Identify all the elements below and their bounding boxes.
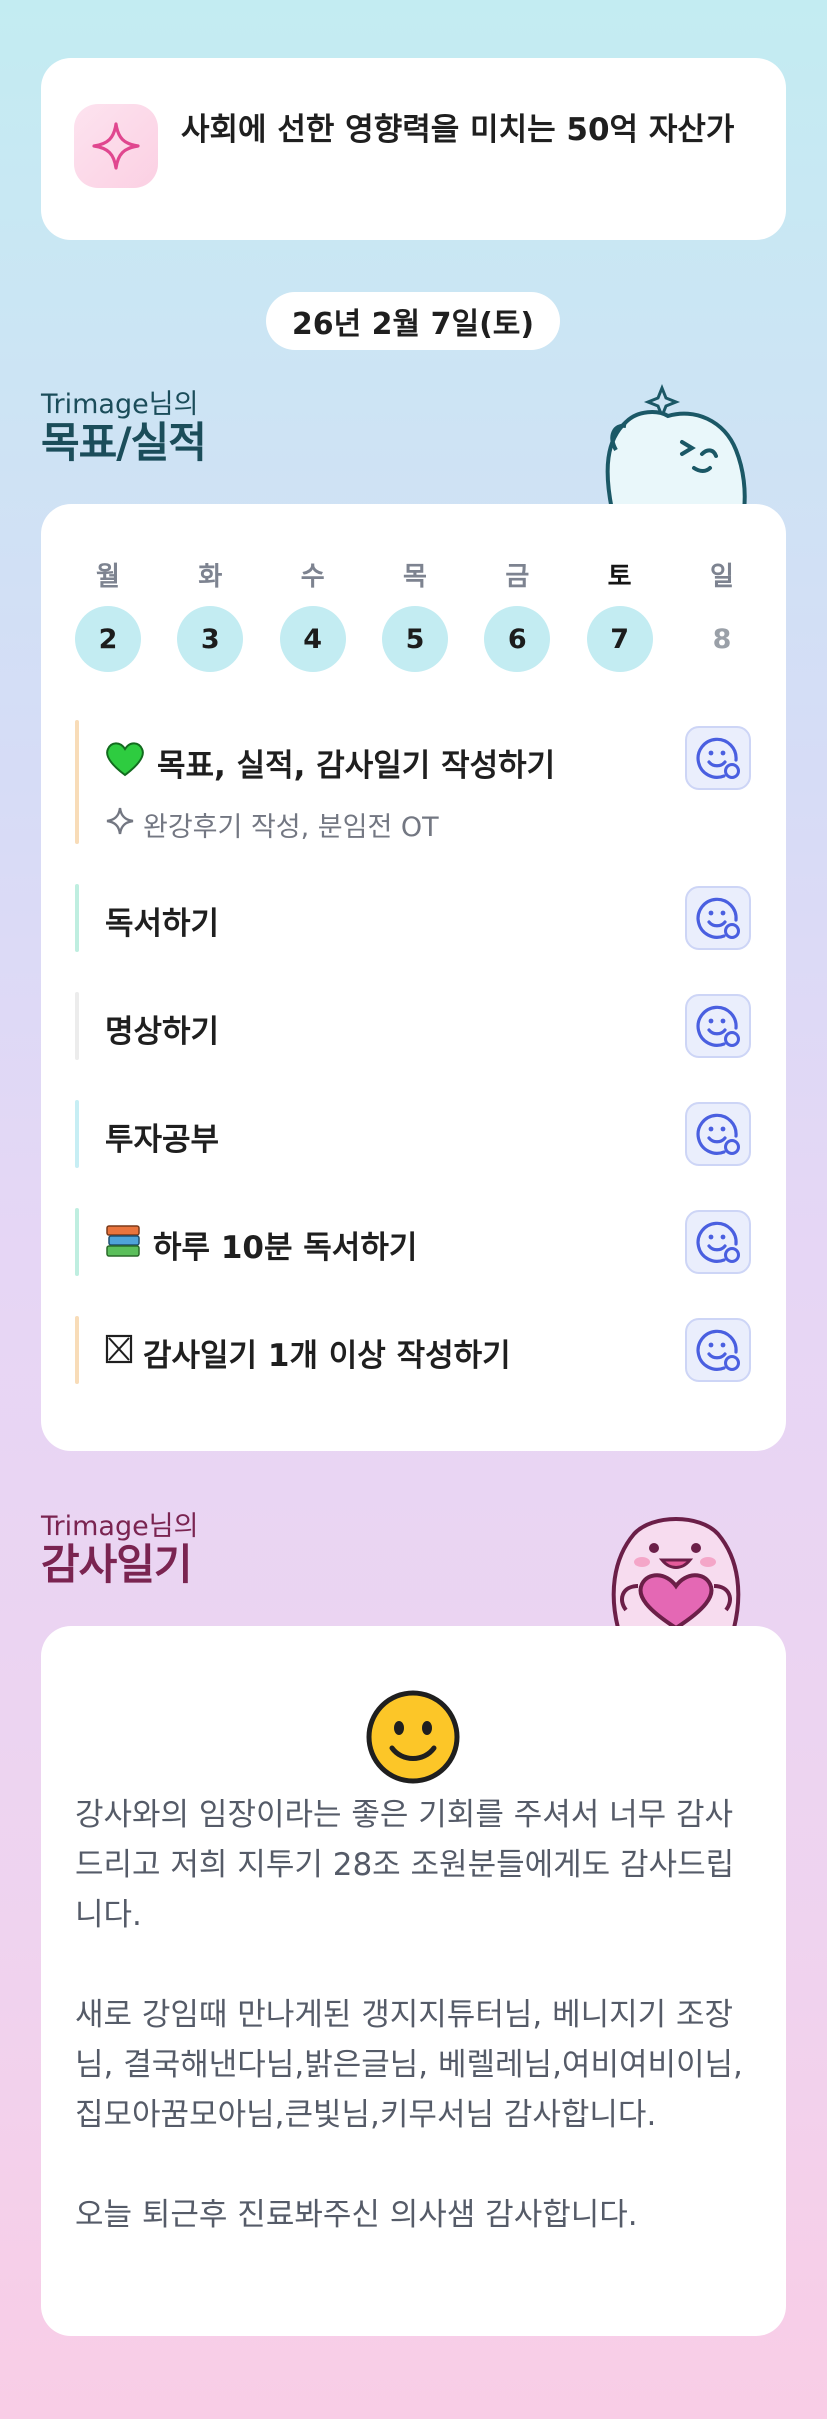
task-sub-row: 완강후기 작성, 분임전 OT: [105, 805, 439, 844]
day-name: 금: [505, 562, 530, 592]
task-color-bar: [75, 1100, 79, 1168]
task-item[interactable]: 하루 10분 독서하기: [75, 1208, 751, 1276]
goals-section-title: Trimage님의 목표/실적: [41, 389, 207, 467]
day-name: 수: [300, 562, 325, 592]
day-sat[interactable]: 토 7: [586, 556, 653, 672]
day-number: 2: [75, 606, 141, 672]
vision-card[interactable]: 사회에 선한 영향력을 미치는 50억 자산가: [41, 58, 786, 240]
smile-add-icon: [696, 1113, 740, 1155]
goals-heading: 목표/실적: [41, 418, 207, 467]
task-label-row: 감사일기 1개 이상 작성하기: [105, 1330, 511, 1375]
ballot-x-icon: [105, 1333, 133, 1373]
smile-add-icon: [696, 1221, 740, 1263]
day-number: 3: [177, 606, 244, 672]
day-number: 4: [279, 606, 346, 672]
diary-paragraph: 새로 강임때 만나게된 갱지지튜터님, 베니지기 조장님, 결국해낸다님,밝은글…: [75, 1997, 743, 2133]
emoji-reaction-button[interactable]: [685, 1318, 751, 1382]
day-mon[interactable]: 월 2: [75, 556, 141, 672]
diary-body: 강사와의 임장이라는 좋은 기회를 주셔서 너무 감사드리고 저희 지투기 28…: [75, 1790, 755, 2290]
sparkle-small-icon: [105, 806, 135, 843]
goals-card: 월 2 화 3 수 4 목 5 금 6 토 7 일 8 목표, 실적, 감사일기…: [41, 504, 786, 1451]
emoji-reaction-button[interactable]: [685, 1210, 751, 1274]
diary-section-title: Trimage님의 감사일기: [41, 1512, 198, 1588]
goals-owner-label: Trimage님의: [41, 389, 199, 420]
diary-paragraph: 강사와의 임장이라는 좋은 기회를 주셔서 너무 감사드리고 저희 지투기 28…: [75, 1797, 735, 1933]
diary-heading: 감사일기: [41, 1540, 193, 1589]
task-label: 투자공부: [105, 1122, 220, 1158]
task-color-bar: [75, 992, 79, 1060]
task-label: 명상하기: [105, 1014, 220, 1050]
sparkle-icon: [74, 104, 158, 188]
task-color-bar: [75, 884, 79, 952]
diary-paragraph: 오늘 퇴근후 진료봐주신 의사샘 감사합니다.: [75, 2197, 638, 2233]
task-item[interactable]: 독서하기: [75, 884, 751, 952]
day-number: 6: [484, 606, 551, 672]
emoji-reaction-button[interactable]: [685, 726, 751, 790]
day-number: 5: [381, 606, 448, 672]
day-number: 8: [712, 623, 732, 655]
task-label: 하루 10분 독서하기: [153, 1230, 418, 1266]
gratitude-diary-card[interactable]: 강사와의 임장이라는 좋은 기회를 주셔서 너무 감사드리고 저희 지투기 28…: [41, 1626, 786, 2336]
task-label: 감사일기 1개 이상 작성하기: [143, 1338, 511, 1374]
books-icon: [105, 1224, 141, 1266]
day-thu[interactable]: 목 5: [381, 556, 448, 672]
task-item[interactable]: 투자공부: [75, 1100, 751, 1168]
task-color-bar: [75, 720, 79, 844]
task-color-bar: [75, 1316, 79, 1384]
task-item[interactable]: 명상하기: [75, 992, 751, 1060]
day-name: 목: [403, 562, 427, 592]
task-item[interactable]: 감사일기 1개 이상 작성하기: [75, 1316, 751, 1384]
task-label-row: 하루 10분 독서하기: [105, 1222, 417, 1267]
day-name: 토: [607, 562, 632, 592]
day-fri[interactable]: 금 6: [484, 556, 551, 672]
mascot-cheer-illustration: [605, 383, 747, 510]
smile-add-icon: [696, 737, 740, 779]
day-name: 일: [710, 562, 734, 592]
task-item[interactable]: 목표, 실적, 감사일기 작성하기 완강후기 작성, 분임전 OT: [75, 720, 751, 844]
day-tue[interactable]: 화 3: [177, 556, 244, 672]
day-number: 7: [586, 606, 653, 672]
task-label: 목표, 실적, 감사일기 작성하기: [157, 748, 556, 784]
smile-add-icon: [696, 897, 740, 939]
emoji-reaction-button[interactable]: [685, 886, 751, 950]
task-label: 독서하기: [105, 906, 220, 942]
emoji-reaction-button[interactable]: [685, 1102, 751, 1166]
task-sublabel: 완강후기 작성, 분임전 OT: [143, 812, 439, 843]
smile-add-icon: [696, 1005, 740, 1047]
task-color-bar: [75, 1208, 79, 1276]
day-name: 화: [198, 562, 223, 592]
mascot-heart-illustration: [611, 1517, 741, 1628]
smile-add-icon: [696, 1329, 740, 1371]
task-label-row: 목표, 실적, 감사일기 작성하기: [105, 740, 555, 785]
emoji-reaction-button[interactable]: [685, 994, 751, 1058]
day-name: 월: [96, 562, 120, 592]
date-selector[interactable]: 26년 2월 7일(토): [266, 292, 560, 350]
green-heart-icon: [105, 741, 145, 785]
smiley-face-icon: [366, 1690, 460, 1788]
vision-text: 사회에 선한 영향력을 미치는 50억 자산가: [181, 112, 735, 148]
day-sun[interactable]: 일 8: [689, 556, 755, 672]
diary-owner-label: Trimage님의: [41, 1511, 199, 1542]
week-strip: 월 2 화 3 수 4 목 5 금 6 토 7 일 8: [75, 556, 755, 672]
day-wed[interactable]: 수 4: [279, 556, 346, 672]
